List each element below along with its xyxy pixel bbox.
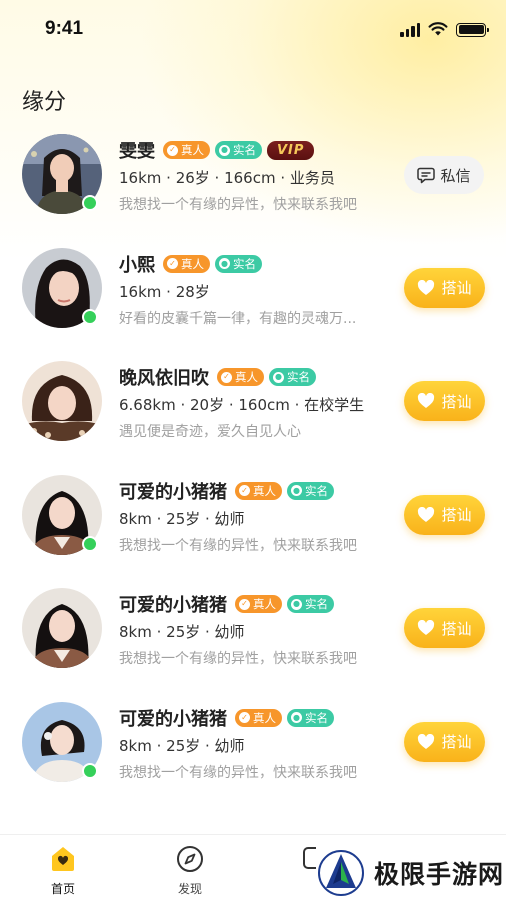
- real-person-badge: ✓ 真人: [235, 595, 282, 613]
- chat-up-button[interactable]: 搭讪: [404, 721, 485, 762]
- real-person-badge: ✓ 真人: [235, 708, 282, 727]
- user-info: 8km · 25岁 · 幼师: [119, 623, 245, 641]
- verified-name-badge: ● 实名: [287, 481, 334, 500]
- user-name-line: 可爱的小猪猪 ✓ 真人 ● 实名: [119, 591, 334, 617]
- page-title: 缘分: [22, 90, 67, 115]
- chat-up-button[interactable]: 搭讪: [404, 494, 485, 535]
- user-bio: 我想找一个有缘的异性，快来联系我吧: [119, 651, 357, 667]
- check-badge-icon: ✓: [239, 712, 250, 723]
- chat-up-button-label: 搭讪: [441, 506, 472, 524]
- online-status-dot: [82, 535, 98, 552]
- verified-name-badge: ● 实名: [215, 254, 262, 273]
- avatar[interactable]: [22, 588, 102, 668]
- message-icon: [417, 167, 436, 183]
- tab-home-label: 首页: [50, 882, 75, 896]
- tab-discover-label: 发现: [177, 882, 202, 896]
- online-status-dot: [82, 762, 98, 779]
- chat-up-button-label: 搭讪: [441, 733, 472, 751]
- person-icon: ●: [291, 712, 302, 723]
- heart-icon: [418, 620, 435, 635]
- watermark-emblem-icon: [318, 850, 364, 896]
- user-name-line: 可爱的小猪猪 ✓ 真人 ● 实名: [119, 478, 334, 504]
- message-button-label: 私信: [440, 166, 471, 185]
- verified-name-badge: ● 实名: [215, 141, 262, 159]
- online-status-dot: [82, 308, 98, 325]
- message-button[interactable]: 私信: [404, 156, 484, 194]
- user-info: 8km · 25岁 · 幼师: [119, 736, 245, 755]
- check-badge-icon: ✓: [167, 258, 178, 269]
- user-name: 晚风依旧吹: [119, 368, 209, 389]
- chat-up-button[interactable]: 搭讪: [404, 267, 485, 308]
- check-badge-icon: ✓: [239, 598, 250, 610]
- watermark-text: 极限手游网: [374, 860, 505, 889]
- heart-icon: [418, 506, 435, 522]
- user-bio: 我想找一个有缘的异性，快来联系我吧: [119, 537, 357, 554]
- person-icon: ●: [291, 485, 302, 496]
- status-time: 9:41: [45, 18, 84, 39]
- check-badge-icon: ✓: [221, 371, 232, 383]
- chat-up-button[interactable]: 搭讪: [404, 608, 485, 648]
- real-person-badge: ✓ 真人: [163, 254, 210, 273]
- user-bio: 我想找一个有缘的异性，快来联系我吧: [119, 197, 357, 213]
- user-list-item[interactable]: 晚风依旧吹 ✓ 真人 ● 实名 6.68km · 20岁 · 160cm · 在校学…: [0, 357, 506, 471]
- user-info: 16km · 28岁: [119, 282, 210, 301]
- user-list-item[interactable]: 可爱的小猪猪 ✓ 真人 ● 实名 8km · 25岁 · 幼师 我想找一个有缘的异性…: [0, 584, 506, 698]
- user-name: 可爱的小猪猪: [119, 481, 227, 503]
- user-name: 小熙: [119, 254, 155, 276]
- user-list-item[interactable]: 可爱的小猪猪 ✓ 真人 ● 实名 8km · 25岁 · 幼师 我想找一个有缘的异性…: [0, 471, 506, 585]
- avatar[interactable]: [22, 361, 102, 441]
- user-name-line: 小熙 ✓ 真人 ● 实名: [119, 251, 262, 277]
- user-list-item[interactable]: 可爱的小猪猪 ✓ 真人 ● 实名 8km · 25岁 · 幼师 我想找一个有缘的异性…: [0, 698, 506, 812]
- user-name: 雯雯: [119, 141, 155, 162]
- verified-name-badge: ● 实名: [269, 368, 316, 386]
- person-icon: ●: [219, 258, 230, 269]
- user-list: 雯雯 ✓ 真人 ● 实名 VIP 16km · 26岁 · 166cm · 业务员 …: [0, 130, 506, 811]
- home-icon: [52, 847, 74, 871]
- user-info: 16km · 26岁 · 166cm · 业务员: [119, 169, 335, 187]
- user-info: 6.68km · 20岁 · 160cm · 在校学生: [119, 396, 365, 414]
- user-name-line: 晚风依旧吹 ✓ 真人 ● 实名: [119, 364, 316, 390]
- user-list-item[interactable]: 小熙 ✓ 真人 ● 实名 16km · 28岁 好看的皮囊千篇一律，有趣的灵魂万..…: [0, 244, 506, 358]
- real-person-badge: ✓ 真人: [217, 368, 264, 386]
- verified-name-badge: ● 实名: [287, 595, 334, 613]
- user-bio: 我想找一个有缘的异性，快来联系我吧: [119, 764, 357, 781]
- check-badge-icon: ✓: [167, 144, 178, 156]
- tab-home[interactable]: 首页: [33, 845, 93, 897]
- heart-icon: [418, 393, 435, 408]
- user-name-line: 雯雯 ✓ 真人 ● 实名 VIP: [119, 137, 315, 163]
- online-status-dot: [82, 195, 98, 211]
- battery-icon: [456, 22, 489, 37]
- user-list-item[interactable]: 雯雯 ✓ 真人 ● 实名 VIP 16km · 26岁 · 166cm · 业务员 …: [0, 130, 506, 244]
- tab-discover[interactable]: 发现: [160, 845, 220, 897]
- compass-icon: [177, 846, 203, 872]
- status-icons: [400, 22, 489, 37]
- user-info: 8km · 25岁 · 幼师: [119, 509, 245, 528]
- signal-icon: [400, 22, 420, 37]
- vip-badge: VIP: [267, 140, 315, 160]
- chat-up-button-label: 搭讪: [441, 619, 472, 638]
- chat-up-button[interactable]: 搭讪: [404, 381, 485, 421]
- verified-name-badge: ● 实名: [287, 708, 334, 727]
- status-bar: 9:41: [0, 0, 506, 58]
- person-icon: ●: [219, 144, 230, 156]
- chat-up-button-label: 搭讪: [441, 279, 472, 297]
- wifi-icon: [428, 22, 448, 36]
- heart-icon: [418, 733, 435, 749]
- user-name-line: 可爱的小猪猪 ✓ 真人 ● 实名: [119, 705, 334, 731]
- user-name: 可爱的小猪猪: [119, 595, 227, 616]
- chat-up-button-label: 搭讪: [441, 392, 472, 411]
- person-icon: ●: [273, 371, 284, 383]
- watermark-logo: 极限手游网: [316, 846, 506, 900]
- user-name: 可爱的小猪猪: [119, 708, 227, 730]
- real-person-badge: ✓ 真人: [163, 141, 210, 159]
- real-person-badge: ✓ 真人: [235, 481, 282, 500]
- person-icon: ●: [291, 598, 302, 610]
- heart-icon: [418, 279, 435, 295]
- user-bio: 好看的皮囊千篇一律，有趣的灵魂万...: [119, 310, 357, 327]
- check-badge-icon: ✓: [239, 485, 250, 496]
- user-bio: 遇见便是奇迹，爱久自见人心: [119, 424, 301, 440]
